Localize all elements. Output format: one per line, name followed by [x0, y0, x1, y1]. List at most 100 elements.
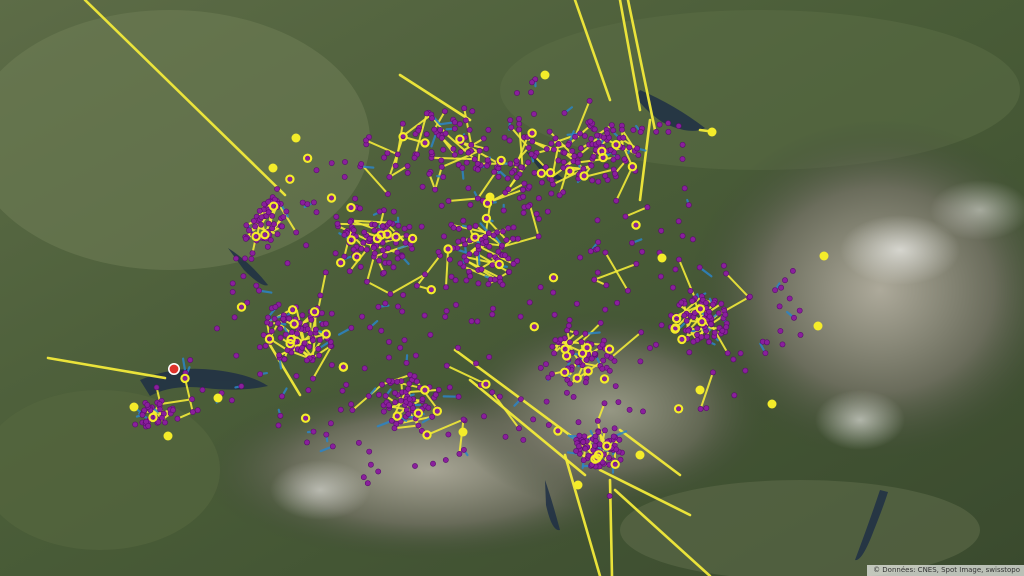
network-node	[423, 131, 430, 138]
network-node	[546, 128, 553, 135]
network-node	[256, 207, 263, 214]
network-node	[567, 339, 573, 346]
network-node	[402, 239, 409, 246]
network-node	[675, 218, 682, 225]
network-node	[382, 300, 389, 307]
network-node	[516, 126, 522, 133]
network-node	[145, 422, 152, 429]
network-node	[517, 313, 524, 320]
network-node	[528, 89, 534, 96]
network-node	[242, 255, 248, 262]
network-node	[690, 236, 696, 243]
network-node	[391, 425, 398, 432]
network-node	[308, 316, 315, 323]
network-node	[502, 252, 508, 259]
network-node	[418, 223, 425, 230]
network-node	[573, 329, 579, 336]
network-node	[566, 317, 573, 323]
network-node	[249, 250, 256, 257]
network-node	[723, 270, 729, 277]
network-node	[520, 209, 527, 216]
network-node	[257, 371, 263, 377]
network-node	[574, 159, 581, 166]
station-marker	[291, 133, 301, 143]
network-node	[399, 308, 406, 315]
network-node	[578, 339, 585, 345]
network-node	[610, 127, 617, 134]
network-node	[459, 164, 466, 171]
network-node	[271, 221, 277, 228]
network-node	[310, 428, 317, 435]
network-node	[473, 360, 479, 367]
network-node	[406, 223, 413, 230]
network-node	[381, 154, 387, 161]
network-node	[283, 208, 290, 215]
network-node	[550, 289, 557, 296]
network-node	[776, 303, 783, 310]
network-node	[703, 299, 709, 306]
network-node	[485, 126, 492, 133]
station-marker	[657, 253, 667, 263]
network-node	[604, 130, 611, 137]
station-marker	[767, 399, 777, 409]
network-node	[681, 185, 688, 192]
station-marker	[540, 70, 550, 80]
network-node	[375, 303, 382, 310]
network-node	[412, 352, 419, 359]
network-node	[411, 154, 418, 161]
network-node	[486, 252, 493, 259]
network-node	[573, 448, 579, 454]
network-node	[543, 361, 549, 367]
network-node	[582, 445, 589, 452]
map-view[interactable]: © Données: CNES, Spot Image, swisstopo	[0, 0, 1024, 576]
network-node	[385, 402, 392, 408]
network-node	[475, 242, 481, 249]
network-node	[435, 386, 442, 393]
network-node	[670, 284, 676, 291]
network-node	[679, 141, 686, 148]
network-node	[486, 354, 492, 360]
network-node	[721, 262, 727, 269]
network-node	[603, 282, 610, 289]
network-node	[510, 260, 517, 267]
network-node	[679, 156, 686, 162]
network-node	[779, 341, 786, 348]
network-node	[264, 243, 271, 250]
network-node	[400, 292, 406, 298]
network-node	[629, 239, 635, 246]
network-node	[385, 377, 392, 384]
network-node	[451, 119, 458, 126]
network-node	[516, 425, 522, 432]
network-node	[355, 439, 362, 446]
network-node	[764, 339, 770, 346]
network-node	[305, 387, 312, 394]
network-node	[474, 166, 481, 173]
network-node	[371, 221, 378, 228]
network-node	[419, 183, 426, 190]
network-node	[275, 422, 282, 429]
network-node	[762, 350, 769, 356]
network-node	[516, 116, 522, 122]
network-node	[561, 149, 568, 156]
network-node	[467, 273, 474, 280]
network-node	[432, 391, 439, 398]
network-node	[274, 231, 281, 238]
network-node	[174, 415, 181, 422]
network-node	[475, 280, 482, 287]
map-attribution[interactable]: © Données: CNES, Spot Image, swisstopo	[867, 565, 1024, 576]
network-node	[567, 380, 573, 387]
network-node	[456, 121, 463, 127]
network-node	[536, 195, 542, 202]
network-node	[364, 278, 370, 285]
network-node	[491, 276, 498, 283]
network-node	[640, 408, 646, 415]
network-node	[526, 183, 533, 190]
network-node	[252, 223, 258, 230]
network-node	[483, 145, 489, 152]
network-node	[607, 147, 614, 153]
network-node	[513, 174, 520, 181]
network-node	[580, 457, 587, 464]
network-node	[289, 329, 295, 336]
network-node	[379, 223, 386, 230]
network-node	[500, 207, 507, 214]
